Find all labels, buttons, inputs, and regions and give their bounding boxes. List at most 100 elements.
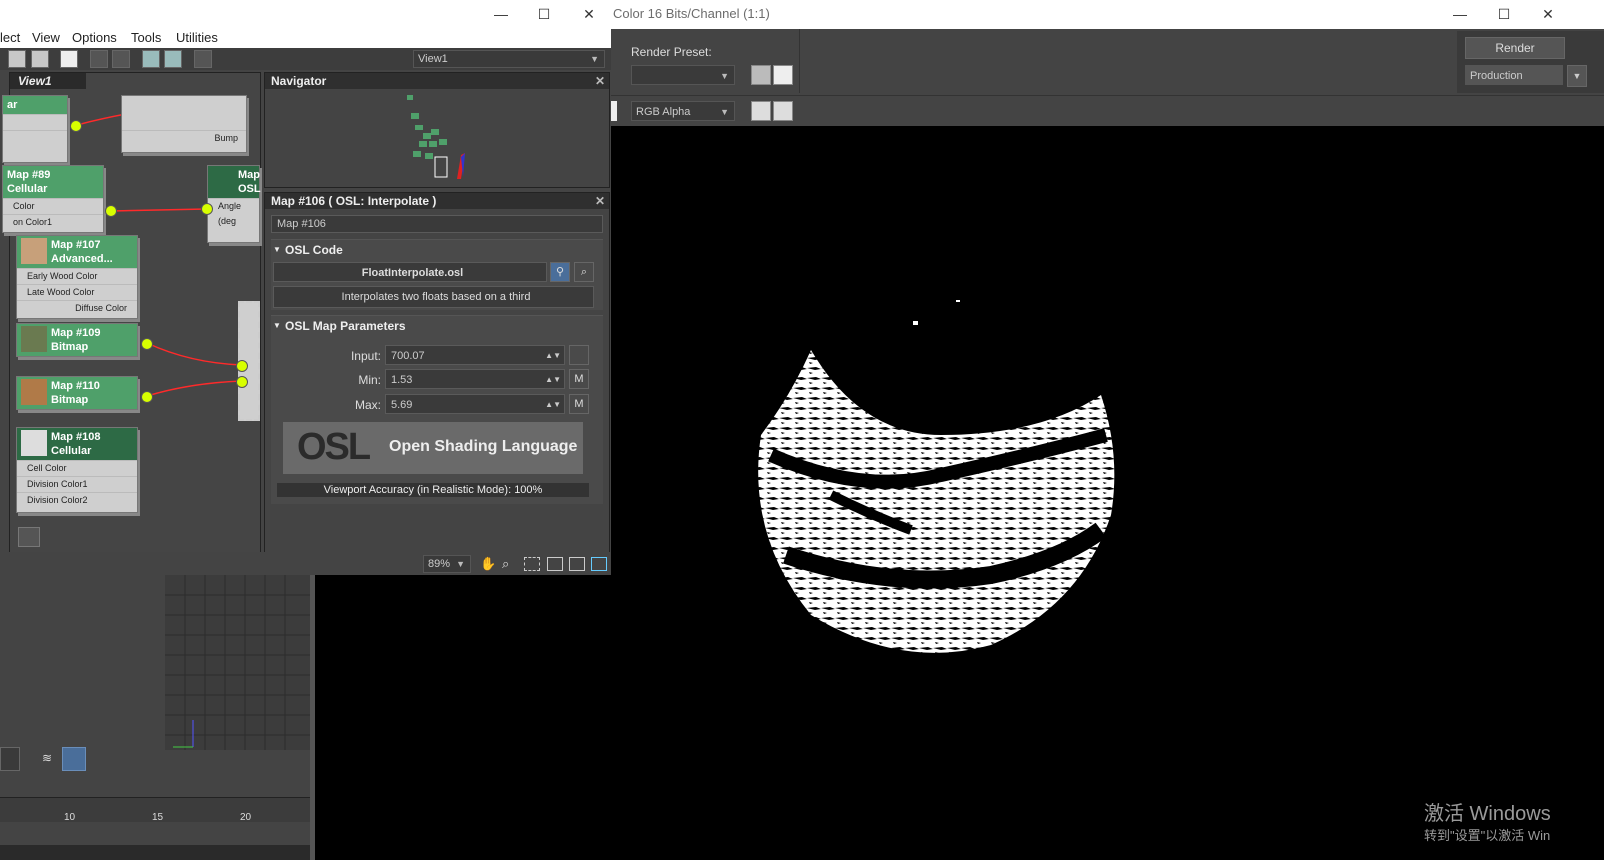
node-map110[interactable]: Map #110 Bitmap — [16, 376, 138, 410]
color-swatch[interactable] — [611, 101, 617, 121]
channel-dropdown[interactable]: RGB Alpha ▼ — [631, 101, 735, 121]
zoom-region-icon[interactable] — [524, 557, 540, 571]
navigator-minimap[interactable] — [405, 93, 475, 183]
node-row — [3, 114, 67, 130]
search-icon[interactable] — [194, 50, 212, 68]
grid-lines — [165, 575, 310, 750]
checker-icon[interactable] — [31, 50, 49, 68]
separator — [799, 29, 800, 93]
render-window-title: Color 16 Bits/Channel (1:1) — [613, 6, 770, 21]
max-label: Max: — [354, 398, 381, 412]
input-spinner[interactable]: 700.07 ▲▼ — [385, 345, 565, 365]
link-icon[interactable]: ⚲ — [550, 262, 570, 282]
input-map-button[interactable] — [569, 345, 589, 365]
osl-code-heading[interactable]: ▼ OSL Code — [271, 240, 603, 260]
osl-description: Interpolates two floats based on a third — [273, 286, 594, 308]
navigator-header: Navigator ✕ — [265, 73, 609, 89]
preset-load-icon[interactable] — [751, 65, 771, 85]
preset-edit-icon[interactable] — [773, 65, 793, 85]
viewport-grid[interactable] — [165, 575, 310, 750]
dropdown-partial[interactable] — [0, 747, 20, 771]
render-window-titlebar: Color 16 Bits/Channel (1:1) — ☐ ✕ — [611, 0, 1604, 29]
node-header: Map #110 Bitmap — [17, 377, 137, 409]
menu-view[interactable]: View — [32, 30, 60, 45]
zero-icon[interactable] — [60, 50, 78, 68]
node-header: ar — [3, 96, 67, 114]
browse-search-icon[interactable]: ⌕ — [574, 262, 594, 282]
render-preset-label: Render Preset: — [631, 45, 712, 59]
osl-logo: OSL Open Shading Language — [283, 422, 583, 474]
view-dropdown[interactable]: View1 ▼ — [413, 50, 605, 68]
node-top-left[interactable]: ar — [2, 95, 68, 163]
max-map-button[interactable]: M — [569, 394, 589, 414]
menu-select[interactable]: lect — [0, 30, 20, 45]
render-preset-dropdown[interactable]: ▼ — [631, 65, 735, 85]
close-icon[interactable]: ✕ — [595, 73, 605, 89]
output-port[interactable] — [141, 338, 153, 350]
pan-hand-icon[interactable]: ✋ — [480, 556, 496, 572]
close-button[interactable]: ✕ — [578, 4, 600, 24]
input-port[interactable] — [236, 376, 248, 388]
node-osl[interactable]: Map OSL Angle (deg — [207, 165, 261, 243]
navigator-toggle-icon[interactable] — [142, 50, 160, 68]
display-icon[interactable] — [751, 101, 771, 121]
output-port[interactable] — [70, 120, 82, 132]
pan-to-selected-icon[interactable] — [591, 557, 607, 571]
map-name-field[interactable]: Map #106 — [271, 215, 603, 233]
node-header: Map #109 Bitmap — [17, 324, 137, 356]
minimize-button[interactable]: — — [490, 4, 512, 24]
input-port[interactable] — [201, 203, 213, 215]
node-map107[interactable]: Map #107 Advanced... Early Wood Color La… — [16, 235, 138, 319]
scene-explorer-icon[interactable] — [62, 747, 86, 771]
max-spinner[interactable]: 5.69 ▲▼ — [385, 394, 565, 414]
min-map-button[interactable]: M — [569, 369, 589, 389]
production-dropdown[interactable]: Production — [1465, 65, 1563, 85]
slate-toolbar: View1 ▼ — [0, 48, 611, 70]
render-canvas: 激活 Windows 转到"设置"以激活 Win — [611, 135, 1604, 860]
timeline-ruler[interactable]: 10 15 20 — [0, 797, 310, 823]
slate-titlebar: — ☐ ✕ — [0, 0, 611, 28]
menu-options[interactable]: Options — [72, 30, 117, 45]
zoom-extents-icon[interactable] — [547, 557, 563, 571]
osl-map-params-heading[interactable]: ▼ OSL Map Parameters — [271, 316, 603, 336]
watermark-line2: 转到"设置"以激活 Win — [1424, 828, 1551, 843]
render-button[interactable]: Render — [1465, 37, 1565, 59]
layers-icon[interactable]: ≋ — [42, 751, 58, 767]
cellular-thumbnail — [21, 430, 47, 456]
node-row-bump: Bump — [122, 130, 246, 146]
param-header: Map #106 ( OSL: Interpolate ) ✕ — [265, 193, 609, 209]
node-map109[interactable]: Map #109 Bitmap — [16, 323, 138, 357]
bitmap-thumbnail — [21, 326, 47, 352]
maximize-button[interactable]: ☐ — [533, 4, 555, 24]
min-spinner[interactable]: 1.53 ▲▼ — [385, 369, 565, 389]
close-icon[interactable]: ✕ — [595, 193, 605, 209]
binoculars-icon[interactable] — [18, 527, 40, 547]
history-icon[interactable] — [773, 101, 793, 121]
layout-children-icon[interactable] — [112, 50, 130, 68]
output-port[interactable] — [141, 391, 153, 403]
layout-icon[interactable] — [90, 50, 108, 68]
zoom-dropdown[interactable]: 89% ▼ — [423, 555, 471, 573]
zoom-icon[interactable]: ⌕ — [502, 556, 509, 572]
render-toolbar: Render Preset: ▼ Render Production ▼ RGB… — [611, 29, 1604, 126]
param-editor-toggle-icon[interactable] — [164, 50, 182, 68]
watermark-line1: 激活 Windows — [1424, 803, 1551, 825]
separator — [310, 575, 315, 860]
production-arrow[interactable]: ▼ — [1567, 65, 1587, 87]
output-port[interactable] — [105, 205, 117, 217]
min-label: Min: — [358, 373, 381, 387]
zoom-selected-icon[interactable] — [569, 557, 585, 571]
rendered-sphere-image — [758, 300, 1115, 653]
view1-panel: View1 ar Bump Map #89 Cellular Color on … — [2, 72, 261, 554]
minimize-button[interactable]: — — [1449, 4, 1471, 24]
input-port[interactable] — [236, 360, 248, 372]
node-top-right[interactable]: Bump — [121, 95, 247, 153]
bitmap-thumbnail — [21, 379, 47, 405]
select-tool-icon[interactable] — [8, 50, 26, 68]
maximize-button[interactable]: ☐ — [1493, 4, 1515, 24]
node-map89[interactable]: Map #89 Cellular Color on Color1 — [2, 165, 104, 233]
menu-utilities[interactable]: Utilities — [176, 30, 218, 45]
menu-tools[interactable]: Tools — [131, 30, 161, 45]
node-map108[interactable]: Map #108 Cellular Cell Color Division Co… — [16, 427, 138, 513]
close-button[interactable]: ✕ — [1537, 4, 1559, 24]
